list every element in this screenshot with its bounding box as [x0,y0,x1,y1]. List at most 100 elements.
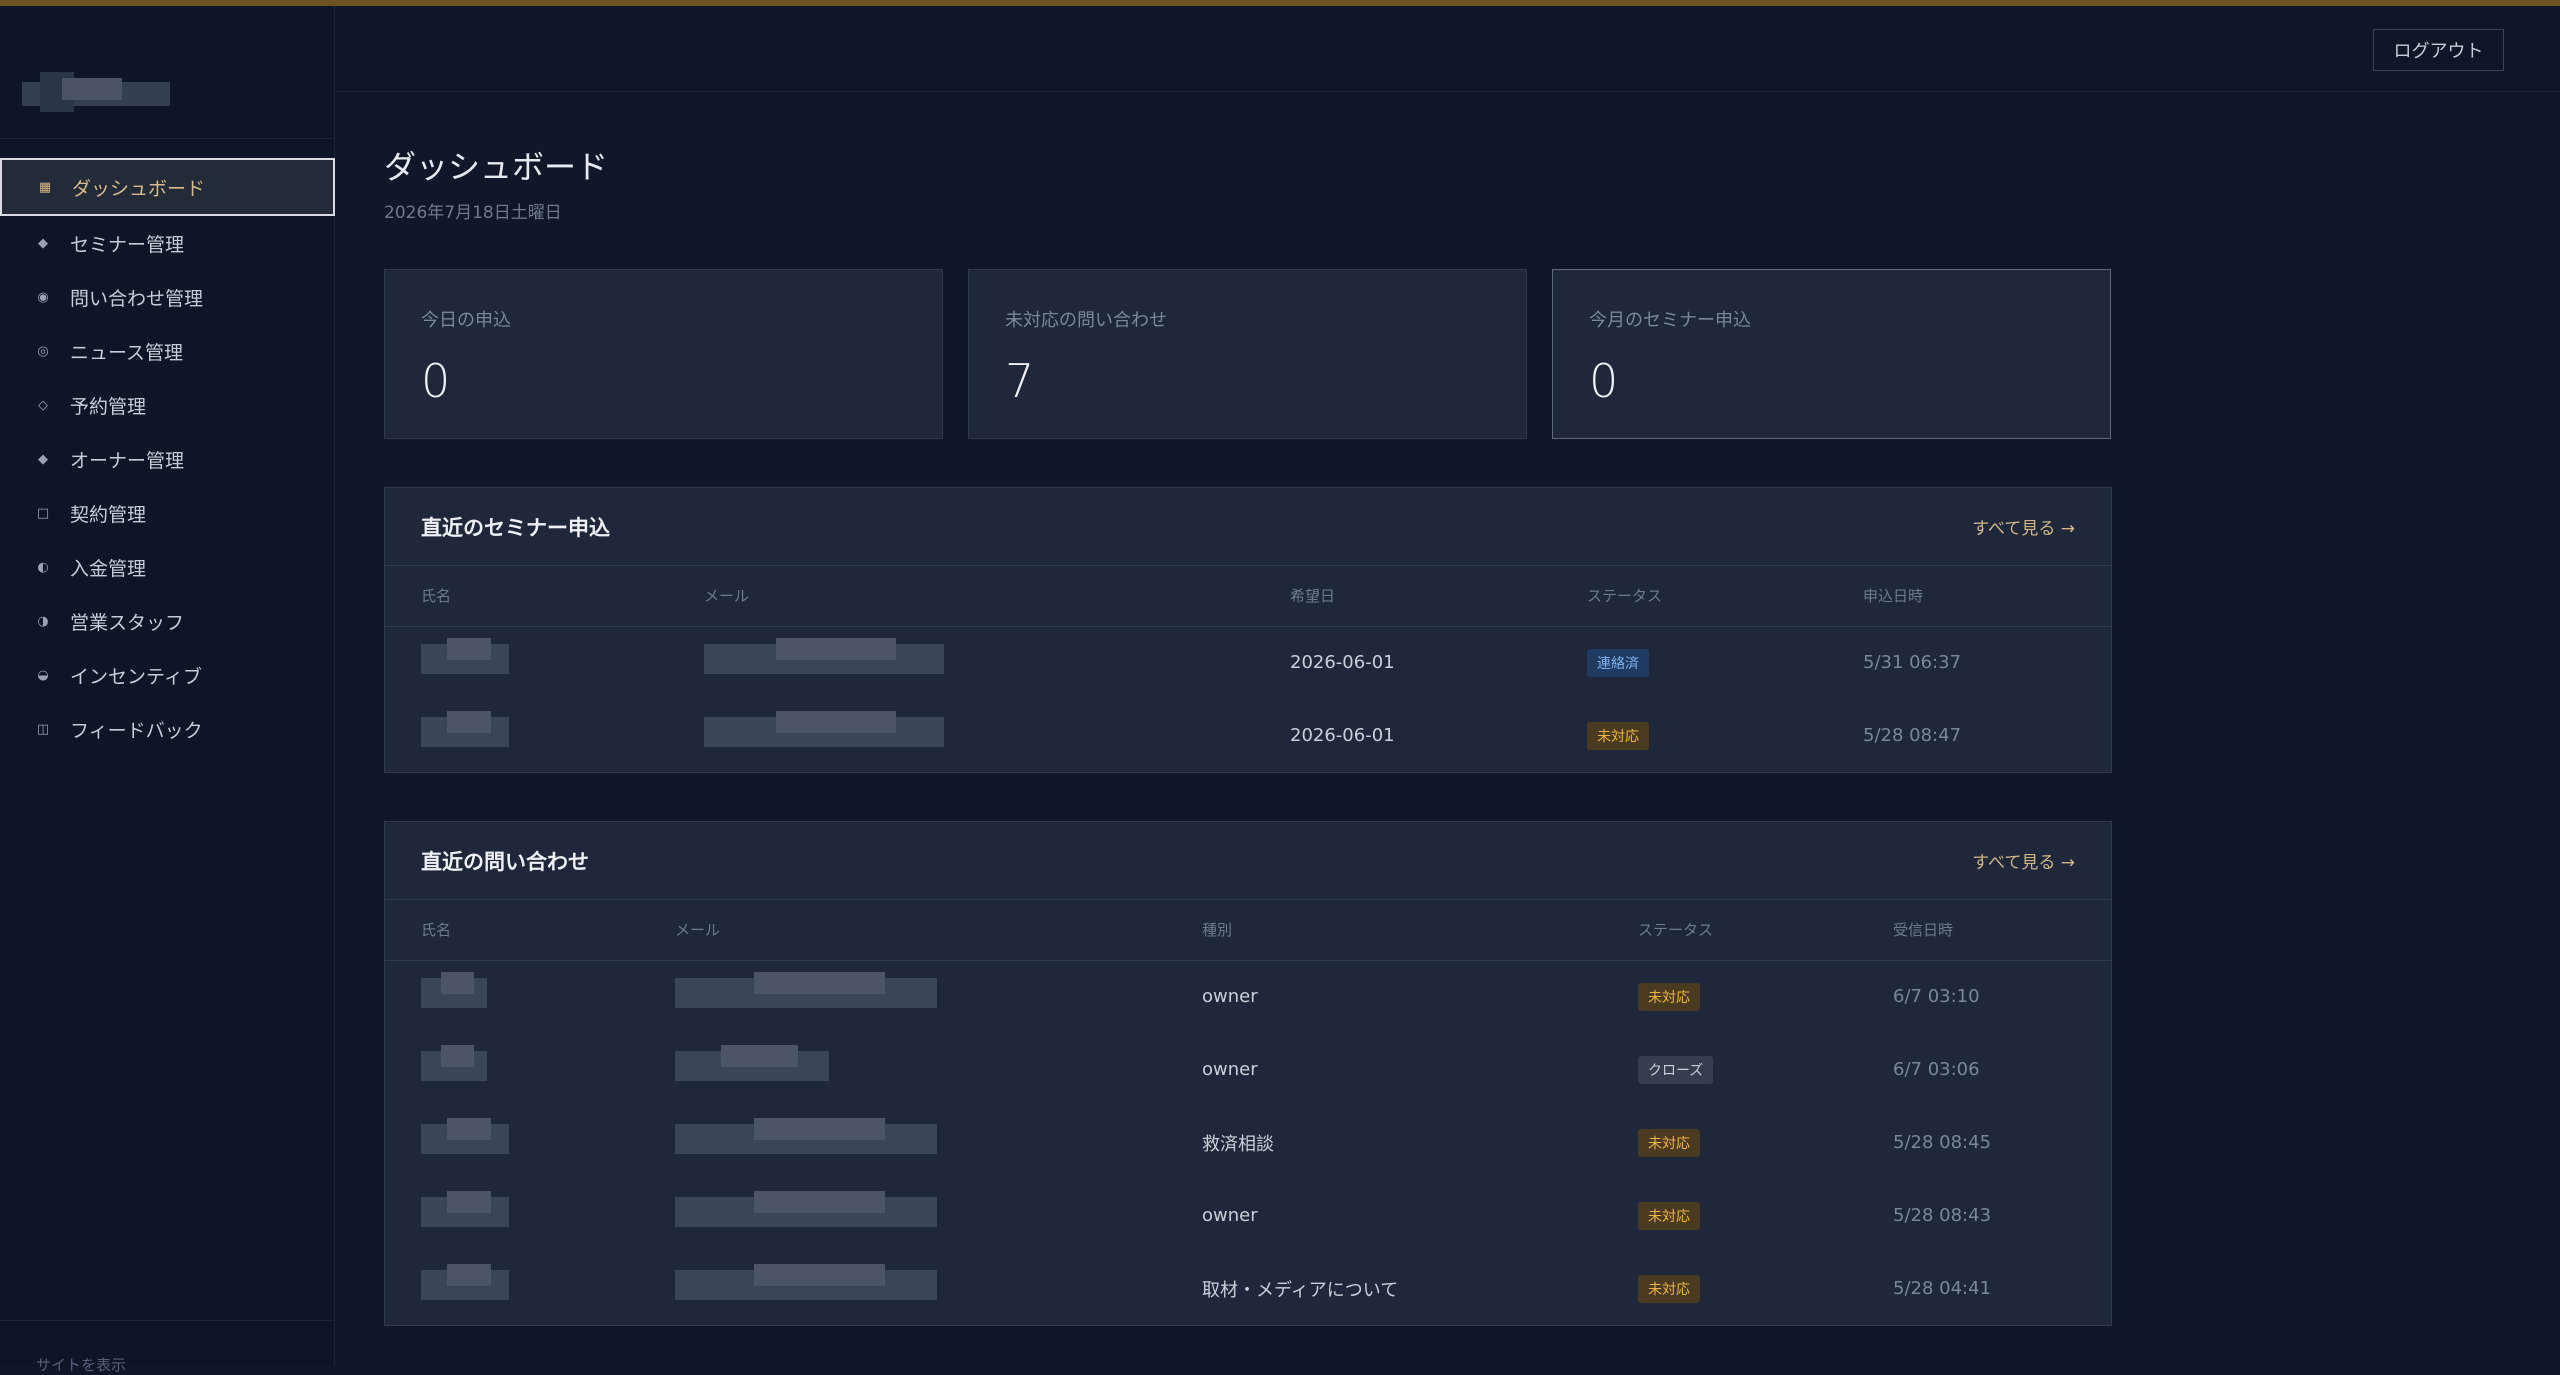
see-all-link[interactable]: すべて見る → [1972,514,2075,539]
table-cell: 未対応 [1602,960,1857,1033]
table-cell [668,626,1254,699]
table-row[interactable]: 取材・メディアについて 未対応 5/28 04:41 [385,1252,2111,1325]
panel-title: 直近の問い合わせ [421,849,589,874]
sidebar-item-10[interactable]: ◫ フィードバック [0,702,335,756]
table-cell [385,1179,639,1252]
sidebar-item-2[interactable]: ◉ 問い合わせ管理 [0,270,335,324]
redacted-text [675,972,937,1016]
table-cell [639,1252,1166,1325]
column-header: 氏名 [385,900,639,961]
diamond-small-icon: ◆ [38,235,48,251]
stat-value: 0 [1589,354,1619,408]
table-row[interactable]: owner クローズ 6/7 03:06 [385,1033,2111,1106]
logout-button[interactable]: ログアウト [2373,29,2504,71]
sidebar-item-label: ニュース管理 [70,341,184,364]
table-cell: 2026-06-01 [1290,652,1395,674]
header: ログアウト [336,6,2560,92]
column-header: 受信日時 [1857,900,2111,961]
column-header: メール [668,566,1254,627]
half-circle-bottom-icon: ◒ [37,667,49,683]
sidebar-item-label: オーナー管理 [70,449,185,472]
stat-card-open-inquiries: 未対応の問い合わせ 7 [968,269,1527,439]
table-cell: 6/7 03:10 [1893,986,1980,1008]
sidebar-item-8[interactable]: ◑ 営業スタッフ [0,594,335,648]
sidebar-item-4[interactable]: ◇ 予約管理 [0,378,335,432]
redacted-text [421,711,509,755]
status-badge: 未対応 [1638,1274,1700,1303]
status-badge: 未対応 [1638,982,1700,1011]
stat-value: 7 [1005,354,1035,408]
logo[interactable] [22,36,170,116]
table-cell: owner [1202,1059,1258,1080]
redacted-text [421,638,509,682]
sidebar-divider [0,138,335,139]
sidebar-divider [0,1320,335,1321]
column-header: 種別 [1166,900,1602,961]
square-outline-icon: □ [36,505,50,521]
sidebar-item-7[interactable]: ◐ 入金管理 [0,540,335,594]
page-title: ダッシュボード [384,148,609,186]
redacted-text [421,972,487,1016]
recent-inquiries-panel: 直近の問い合わせ すべて見る → 氏名 メール 種別 ステータス 受信日時 ow… [384,821,2112,1326]
table-cell [639,960,1166,1033]
sidebar-item-6[interactable]: □ 契約管理 [0,486,335,540]
table-cell: 未対応 [1602,1252,1857,1325]
status-badge: 未対応 [1587,721,1649,750]
table-row[interactable]: owner 未対応 6/7 03:10 [385,960,2111,1033]
circle-ring-icon: ◎ [37,343,49,359]
table-cell [385,626,668,699]
status-badge: 連絡済 [1587,648,1649,677]
table-cell [668,699,1254,772]
sidebar-item-3[interactable]: ◎ ニュース管理 [0,324,335,378]
view-site-link[interactable]: サイトを表示 [36,1354,126,1375]
redacted-text [421,1118,509,1162]
circle-dot-icon: ◉ [37,289,49,305]
sidebar-item-5[interactable]: ◆ オーナー管理 [0,432,335,486]
sidebar-item-label: 入金管理 [70,557,147,580]
redacted-text [675,1118,937,1162]
table-cell: 5/31 06:37 [1863,652,1962,674]
sidebar-item-label: 問い合わせ管理 [70,287,204,310]
sidebar-nav: ▦ ダッシュボード ◆ セミナー管理 ◉ 問い合わせ管理 ◎ ニュース管理 ◇ 予約管理 ◆ オーナー… [0,158,335,756]
page-date: 2026年7月18日土曜日 [384,203,562,223]
panel-title: 直近のセミナー申込 [421,515,610,540]
panel-header: 直近の問い合わせ すべて見る → [385,822,2111,900]
column-header: メール [639,900,1166,961]
stat-label: 今日の申込 [421,310,511,331]
sidebar-item-label: 予約管理 [70,395,147,418]
table-cell [639,1106,1166,1179]
table-row[interactable]: 2026-06-01 連絡済 5/31 06:37 [385,626,2111,699]
stat-value: 0 [421,354,451,408]
panel-header: 直近のセミナー申込 すべて見る → [385,488,2111,566]
main-content: ダッシュボード 2026年7月18日土曜日 今日の申込 0 未対応の問い合わせ … [384,92,2112,1326]
table-cell: 救済相談 [1202,1133,1274,1155]
table-cell: 5/28 08:45 [1893,1132,1992,1153]
sidebar-item-label: 営業スタッフ [70,611,185,634]
sidebar-item-1[interactable]: ◆ セミナー管理 [0,216,335,270]
redacted-text [675,1264,937,1308]
columns-icon: ◫ [36,721,50,737]
diamond-outline-icon: ◇ [38,397,48,413]
redacted-text [704,711,944,755]
table-cell [639,1179,1166,1252]
sidebar-item-0[interactable]: ▦ ダッシュボード [0,158,335,216]
stats-row: 今日の申込 0 未対応の問い合わせ 7 今月のセミナー申込 0 [384,269,2112,439]
table-cell: 未対応 [1602,1179,1857,1252]
table-cell [639,1033,1166,1106]
table-cell: 取材・メディアについて [1202,1279,1399,1301]
table-row[interactable]: 2026-06-01 未対応 5/28 08:47 [385,699,2111,772]
table-row[interactable]: owner 未対応 5/28 08:43 [385,1179,2111,1252]
sidebar-item-label: フィードバック [70,719,203,742]
column-header: ステータス [1551,566,1827,627]
table-cell [385,960,639,1033]
table-row[interactable]: 救済相談 未対応 5/28 08:45 [385,1106,2111,1179]
column-header: 希望日 [1254,566,1551,627]
stat-card-today-applications: 今日の申込 0 [384,269,943,439]
diamond-small-icon: ◆ [38,451,48,467]
recent-seminar-applications-panel: 直近のセミナー申込 すべて見る → 氏名 メール 希望日 ステータス 申込日時 … [384,487,2112,773]
see-all-link[interactable]: すべて見る → [1972,848,2075,873]
redacted-text [421,1045,487,1089]
status-badge: クローズ [1638,1055,1714,1084]
table-cell: 未対応 [1551,699,1827,772]
sidebar-item-9[interactable]: ◒ インセンティブ [0,648,335,702]
